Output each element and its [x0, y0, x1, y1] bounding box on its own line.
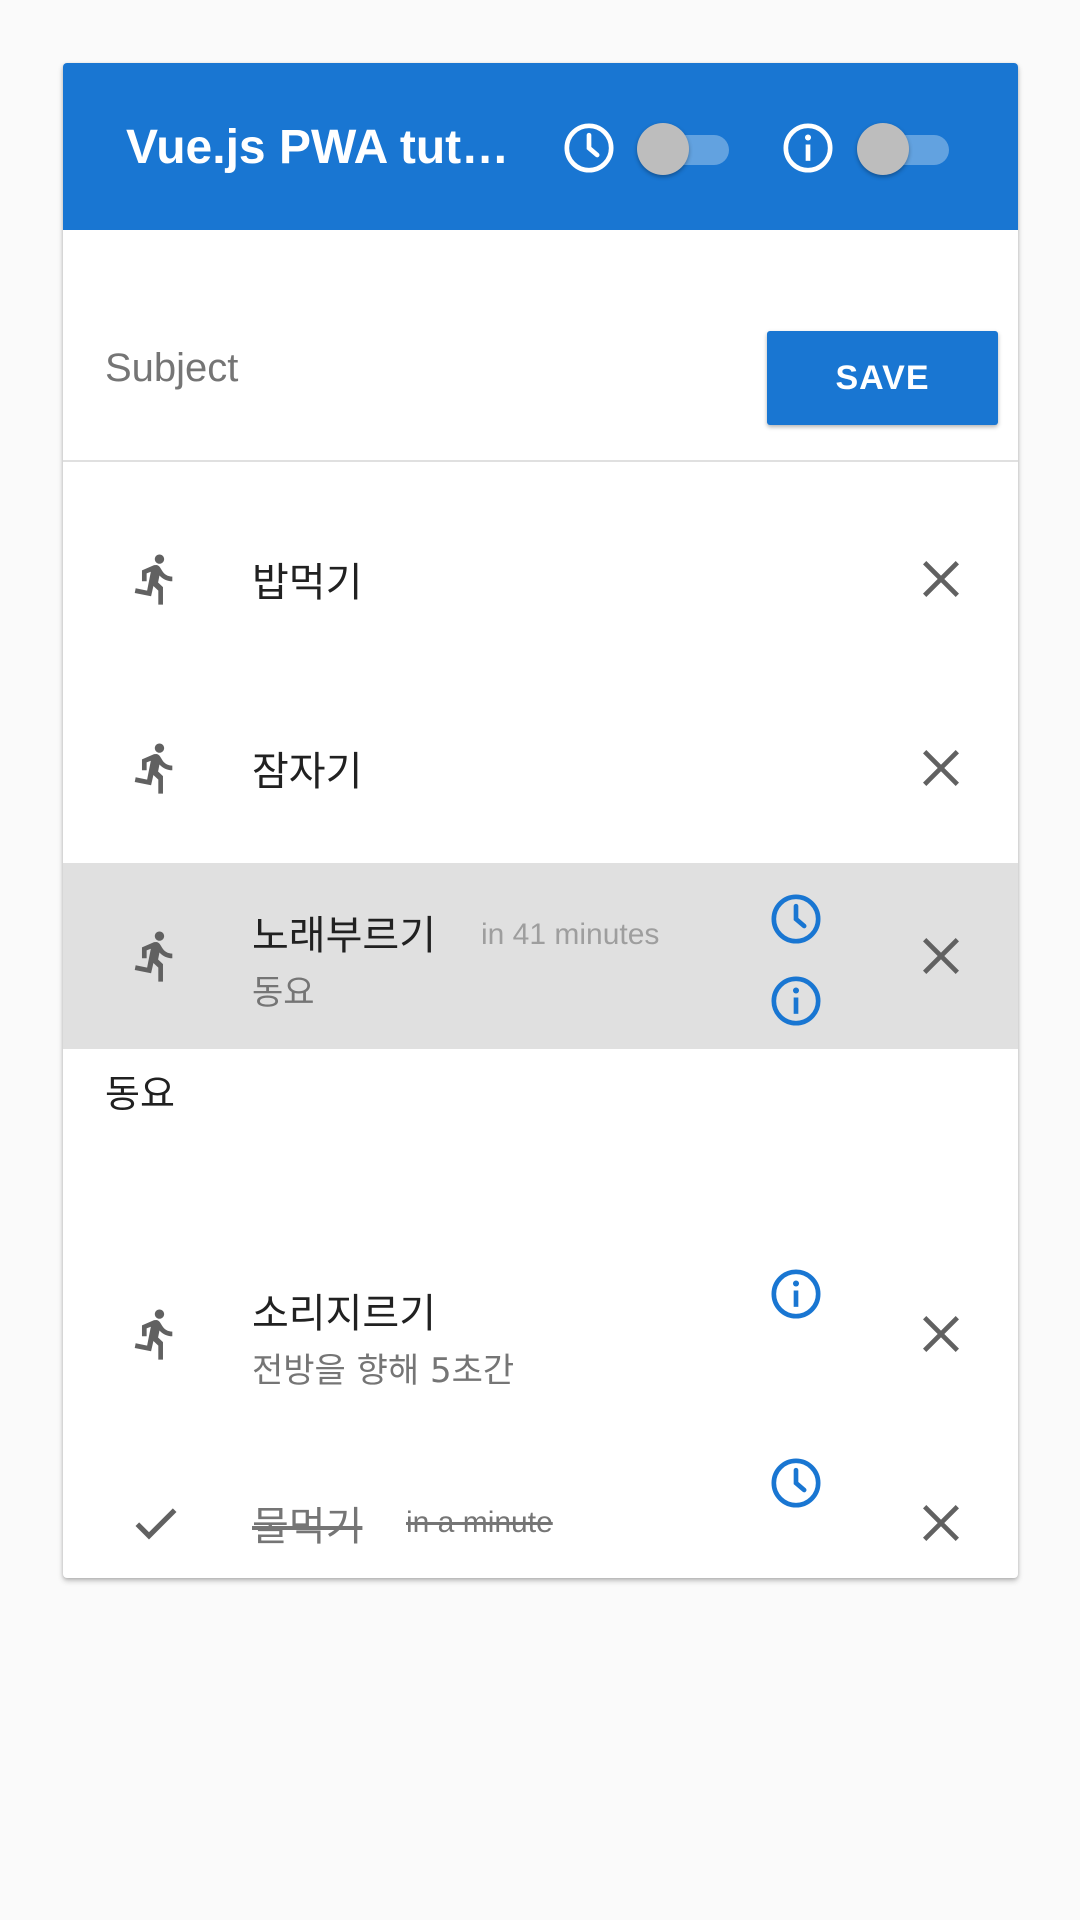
item-title: 밥먹기 [252, 560, 363, 606]
running-icon [128, 928, 184, 984]
close-icon[interactable] [913, 551, 969, 607]
group-subheader: 동요 [105, 1072, 175, 1116]
list-item[interactable]: 밥먹기 [63, 486, 1018, 672]
time-toggle-thumb [637, 123, 689, 175]
running-icon [128, 740, 184, 796]
list-item[interactable]: 물먹기 in a minute [63, 1430, 1018, 1578]
item-title: 소리지르기 [252, 1291, 436, 1337]
close-icon[interactable] [913, 1306, 969, 1362]
item-time: in a minute [406, 1506, 553, 1539]
app-title: Vue.js PWA tutorial [126, 121, 536, 174]
item-subtitle: 전방을 향해 5초간 [252, 1351, 515, 1391]
clock-icon[interactable] [768, 891, 824, 947]
item-title: 물먹기 [252, 1504, 363, 1550]
close-icon[interactable] [913, 1495, 969, 1551]
todo-card: Vue.js PWA tutorial SAVE [63, 63, 1018, 1578]
item-title: 잠자기 [252, 749, 363, 795]
info-toggle-thumb [857, 123, 909, 175]
item-subtitle: 동요 [252, 973, 315, 1013]
info-toggle[interactable] [857, 121, 957, 177]
new-item-form: SAVE [63, 230, 1018, 462]
info-icon[interactable] [768, 973, 824, 1029]
clock-icon [561, 120, 617, 176]
info-icon[interactable] [768, 1266, 824, 1322]
time-toggle[interactable] [637, 121, 737, 177]
running-icon [128, 551, 184, 607]
item-title: 노래부르기 [252, 913, 436, 959]
item-time: in 41 minutes [481, 918, 660, 951]
app-toolbar: Vue.js PWA tutorial [63, 63, 1018, 230]
list-item[interactable]: 잠자기 [63, 675, 1018, 861]
subject-input[interactable] [105, 338, 745, 398]
check-icon[interactable] [128, 1495, 184, 1551]
close-icon[interactable] [913, 740, 969, 796]
save-button[interactable]: SAVE [767, 331, 998, 425]
close-icon[interactable] [913, 928, 969, 984]
clock-icon[interactable] [768, 1455, 824, 1511]
list-item[interactable]: 소리지르기 전방을 향해 5초간 [63, 1241, 1018, 1427]
running-icon [128, 1306, 184, 1362]
list-item[interactable]: 노래부르기 in 41 minutes 동요 [63, 863, 1018, 1049]
info-icon [780, 120, 836, 176]
